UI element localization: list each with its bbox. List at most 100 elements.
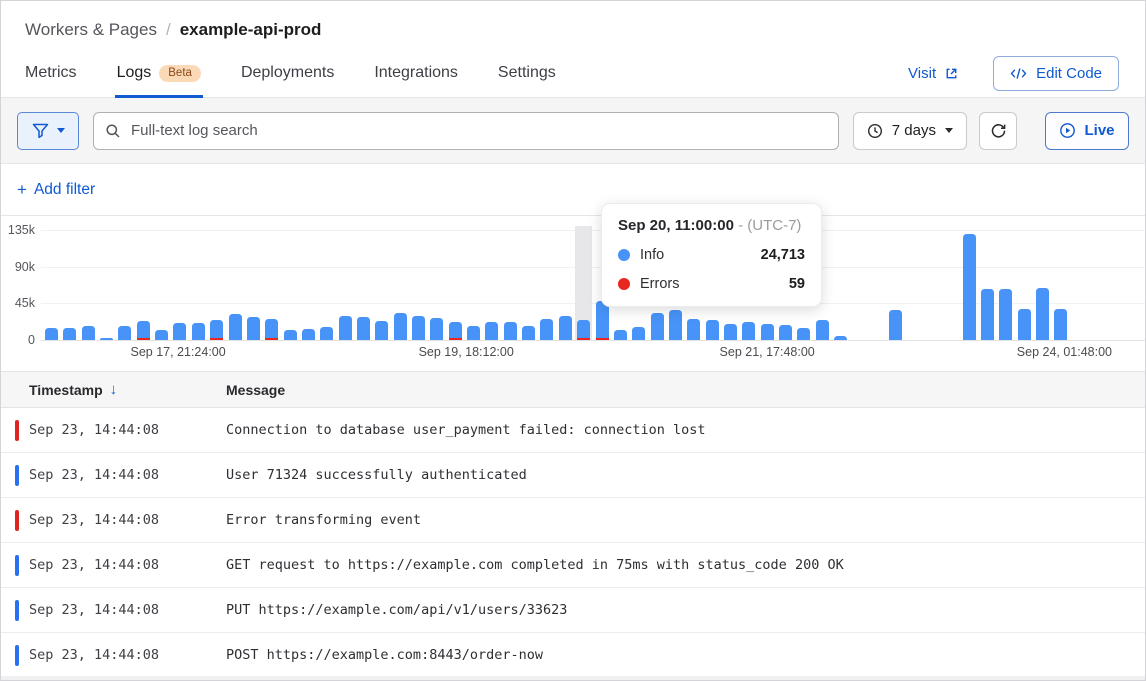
- chart-bar[interactable]: [889, 310, 902, 340]
- chart-bar[interactable]: [816, 320, 829, 340]
- gridline: [41, 230, 1145, 231]
- chart-bar[interactable]: [485, 322, 498, 340]
- log-message: Connection to database user_payment fail…: [226, 422, 706, 438]
- tab-integrations[interactable]: Integrations: [374, 54, 458, 97]
- tab-metrics[interactable]: Metrics: [25, 54, 77, 97]
- log-search-input[interactable]: [129, 121, 827, 140]
- chart-bar[interactable]: [963, 234, 976, 340]
- chart-bar[interactable]: [45, 328, 58, 340]
- chart-bar[interactable]: [779, 325, 792, 340]
- chart-bar[interactable]: [82, 326, 95, 340]
- chart-bar[interactable]: [504, 322, 517, 340]
- chart-bar[interactable]: [192, 323, 205, 340]
- tab-deployments[interactable]: Deployments: [241, 54, 334, 97]
- chart-bar[interactable]: [210, 320, 223, 340]
- log-row[interactable]: Sep 23, 14:44:08POST https://example.com…: [1, 633, 1145, 678]
- chart-bar[interactable]: [118, 326, 131, 340]
- search-box[interactable]: [93, 112, 839, 150]
- legend-dot: [618, 278, 630, 290]
- column-timestamp[interactable]: Timestamp ↓: [29, 381, 226, 398]
- time-range-dropdown[interactable]: 7 days: [853, 112, 967, 150]
- chart-bar[interactable]: [339, 316, 352, 340]
- chart-bar[interactable]: [1054, 309, 1067, 340]
- live-button[interactable]: Live: [1045, 112, 1129, 150]
- chart-bar[interactable]: [797, 328, 810, 340]
- chart-bar[interactable]: [63, 328, 76, 340]
- chart-bar[interactable]: [302, 329, 315, 340]
- chart-bar[interactable]: [394, 313, 407, 340]
- tab-settings[interactable]: Settings: [498, 54, 556, 97]
- bar-info-segment: [522, 326, 535, 340]
- chart-bar[interactable]: [669, 310, 682, 340]
- visit-link[interactable]: Visit: [908, 65, 959, 82]
- chart-bar[interactable]: [137, 321, 150, 340]
- chart-bar[interactable]: [1036, 288, 1049, 340]
- chart-bar[interactable]: [761, 324, 774, 340]
- chart-bar[interactable]: [834, 336, 847, 340]
- add-filter-row: + Add filter: [1, 164, 1145, 216]
- chart-bar[interactable]: [155, 330, 168, 340]
- chart-bar[interactable]: [375, 321, 388, 340]
- chart-bar[interactable]: [320, 327, 333, 340]
- chart-bar[interactable]: [449, 322, 462, 340]
- chart-bar[interactable]: [357, 317, 370, 340]
- bar-info-segment: [247, 317, 260, 340]
- chart-bar[interactable]: [577, 320, 590, 340]
- log-timestamp: Sep 23, 14:44:08: [29, 602, 226, 618]
- filter-dropdown-button[interactable]: [17, 112, 79, 150]
- breadcrumb: Workers & Pages / example-api-prod: [1, 1, 1145, 40]
- bar-info-segment: [173, 323, 186, 340]
- x-axis-tick: Sep 24, 01:48:00: [1017, 345, 1112, 359]
- log-row[interactable]: Sep 23, 14:44:08PUT https://example.com/…: [1, 588, 1145, 633]
- chart-bar[interactable]: [724, 324, 737, 340]
- chart-bar[interactable]: [412, 316, 425, 340]
- bar-info-segment: [706, 320, 719, 340]
- timestamp-header-label: Timestamp: [29, 382, 103, 398]
- chart-bar[interactable]: [265, 319, 278, 340]
- chart-bar[interactable]: [981, 289, 994, 340]
- refresh-button[interactable]: [979, 112, 1017, 150]
- level-indicator-info: [15, 555, 19, 576]
- x-axis-tick: Sep 17, 21:24:00: [130, 345, 225, 359]
- chart-bar[interactable]: [173, 323, 186, 340]
- chart-bar[interactable]: [999, 289, 1012, 340]
- chart-bar[interactable]: [614, 330, 627, 340]
- bar-info-segment: [394, 313, 407, 340]
- chart-bar[interactable]: [742, 322, 755, 340]
- chart-bar[interactable]: [247, 317, 260, 340]
- chart-bar[interactable]: [229, 314, 242, 340]
- chart-bar[interactable]: [632, 327, 645, 340]
- bar-info-segment: [632, 327, 645, 340]
- chart-bar[interactable]: [430, 318, 443, 340]
- time-range-label: 7 days: [892, 122, 936, 139]
- log-row[interactable]: Sep 23, 14:44:08GET request to https://e…: [1, 543, 1145, 588]
- external-link-icon: [944, 66, 959, 81]
- log-row[interactable]: Sep 23, 14:44:08Connection to database u…: [1, 408, 1145, 453]
- bar-info-segment: [981, 289, 994, 340]
- chart-bar[interactable]: [596, 301, 609, 340]
- edit-code-button[interactable]: Edit Code: [993, 56, 1119, 91]
- column-message[interactable]: Message: [226, 382, 285, 398]
- chart-bar[interactable]: [559, 316, 572, 340]
- breadcrumb-section[interactable]: Workers & Pages: [25, 20, 157, 40]
- chart-bar[interactable]: [687, 319, 700, 340]
- refresh-icon: [990, 122, 1007, 139]
- visit-label: Visit: [908, 65, 936, 82]
- bar-info-segment: [651, 313, 664, 340]
- log-volume-chart: 045k90k135kSep 17, 21:24:00Sep 19, 18:12…: [1, 216, 1145, 371]
- add-filter-button[interactable]: + Add filter: [17, 180, 95, 200]
- chart-bar[interactable]: [1018, 309, 1031, 340]
- level-indicator-error: [15, 510, 19, 531]
- chart-bar[interactable]: [284, 330, 297, 340]
- chart-bar[interactable]: [100, 338, 113, 340]
- chart-bar[interactable]: [522, 326, 535, 340]
- chart-bar[interactable]: [706, 320, 719, 340]
- log-row[interactable]: Sep 23, 14:44:08Error transforming event: [1, 498, 1145, 543]
- chart-bar[interactable]: [467, 326, 480, 340]
- chart-bar[interactable]: [540, 319, 553, 340]
- bar-info-segment: [339, 316, 352, 340]
- chart-bar[interactable]: [651, 313, 664, 340]
- log-row[interactable]: Sep 23, 14:44:08User 71324 successfully …: [1, 453, 1145, 498]
- tab-label: Settings: [498, 64, 556, 82]
- tab-logs[interactable]: LogsBeta: [117, 54, 201, 97]
